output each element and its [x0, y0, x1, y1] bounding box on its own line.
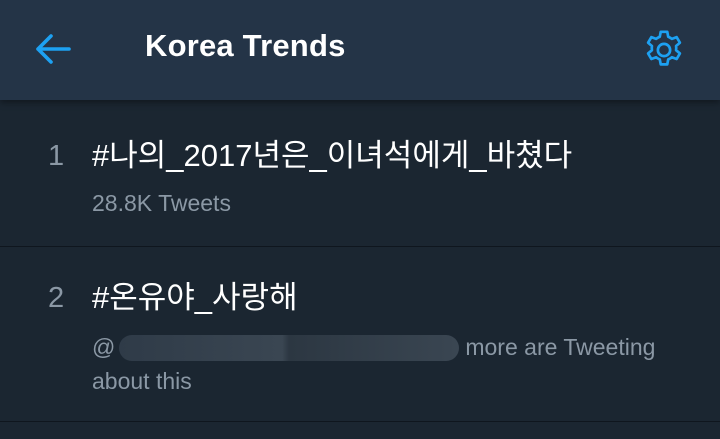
trend-item[interactable]: 2 #온유야_사랑해 @ more are Tweeting about this [0, 0, 720, 422]
trend-context: @ more are Tweeting about this [92, 330, 692, 398]
handle-prefix: @ [92, 334, 116, 360]
redacted-users [119, 335, 460, 361]
trend-rank: 2 [48, 282, 65, 314]
trend-hashtag[interactable]: #온유야_사랑해 [92, 278, 298, 318]
trends-screen: Korea Trends 1 #나의_2017년은_이녀석에게_바쳤다 28.8… [0, 0, 720, 439]
